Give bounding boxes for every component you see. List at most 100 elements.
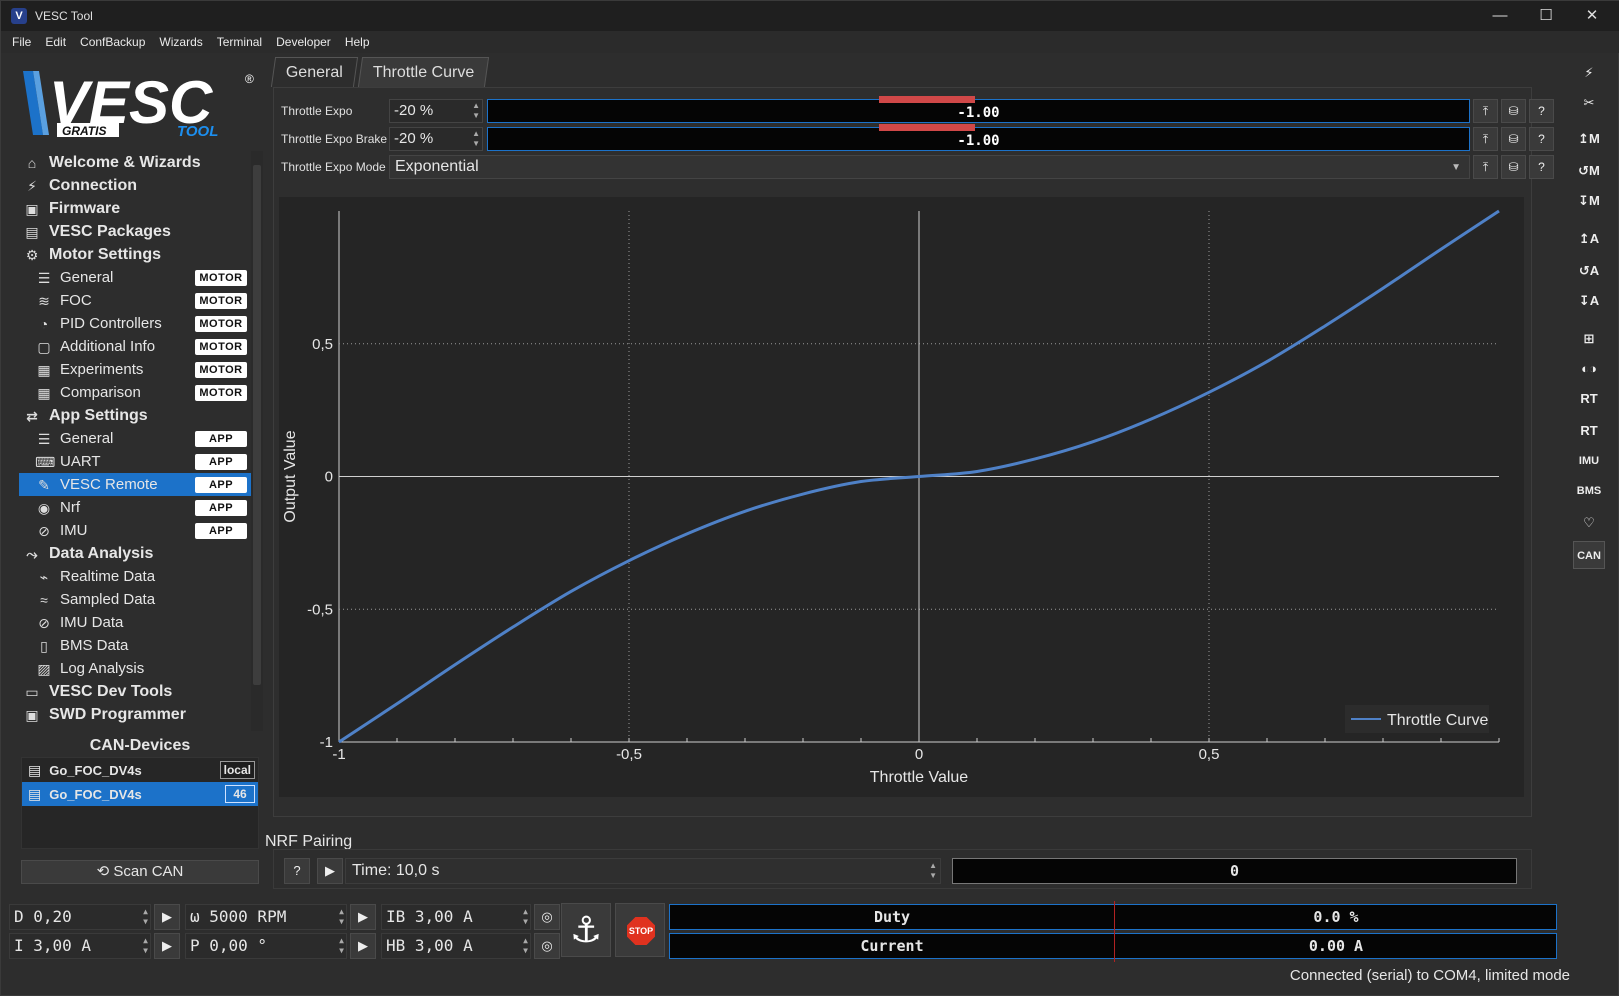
- read-config-button[interactable]: ⛁: [1501, 155, 1526, 179]
- nav-item[interactable]: ▢ Additional Info MOTOR: [19, 335, 251, 358]
- nav-item[interactable]: ◉ Nrf APP: [19, 496, 251, 519]
- imu-stream-icon[interactable]: IMU: [1573, 447, 1605, 475]
- anchor-icon[interactable]: ⚓: [561, 903, 611, 957]
- brake-current-spinbox[interactable]: IB 3,00 A ▲ ▼: [381, 904, 531, 930]
- sampled-icon: ≈: [40, 591, 48, 608]
- stop-button[interactable]: STOP: [615, 903, 665, 957]
- nav-item[interactable]: ▦ Comparison MOTOR: [19, 381, 251, 404]
- nav-item[interactable]: ⤳ Data Analysis: [19, 542, 251, 565]
- nav-item[interactable]: ▣ SWD Programmer: [19, 703, 251, 726]
- menu-help[interactable]: Help: [338, 35, 377, 49]
- write-app-config-icon[interactable]: ↧A: [1573, 287, 1605, 315]
- nav-item[interactable]: ⚙ Motor Settings: [19, 243, 251, 266]
- menu-wizards[interactable]: Wizards: [152, 35, 209, 49]
- set-duty-button[interactable]: ▶: [154, 904, 180, 930]
- throttle-expo-mode-select[interactable]: Exponential ▼: [389, 155, 1470, 179]
- read-default-motor-config-icon[interactable]: ↺M: [1573, 157, 1605, 185]
- read-config-button[interactable]: ⛁: [1501, 99, 1526, 123]
- menu-file[interactable]: File: [5, 35, 38, 49]
- nav-item[interactable]: ⊘ IMU APP: [19, 519, 251, 542]
- nav-item-tag: APP: [195, 431, 247, 447]
- nrf-help-button[interactable]: ?: [284, 858, 310, 884]
- imu-icon: ⊘: [38, 614, 50, 631]
- tab-general[interactable]: General: [270, 57, 359, 87]
- nav-item[interactable]: ≈ Sampled Data: [19, 588, 251, 611]
- gamepad-icon[interactable]: ◐◑: [1573, 355, 1605, 383]
- help-button[interactable]: ?: [1529, 99, 1554, 123]
- nav-item[interactable]: ▨ Log Analysis: [19, 657, 251, 680]
- foc-icon: ≋: [38, 292, 50, 309]
- can-icon[interactable]: CAN: [1573, 541, 1605, 569]
- throttle-expo-brake-spinbox[interactable]: -20 % ▲ ▼: [389, 127, 483, 151]
- nav-item-tag: MOTOR: [195, 385, 247, 401]
- motor-icon: ⚙: [25, 246, 39, 263]
- nav-item[interactable]: ▯ BMS Data: [19, 634, 251, 657]
- nav-item[interactable]: ▦ Experiments MOTOR: [19, 358, 251, 381]
- vesc-app-icon: V: [11, 8, 27, 24]
- nav-item[interactable]: ⌨ UART APP: [19, 450, 251, 473]
- duty-gauge-label: Duty: [873, 908, 911, 926]
- read-motor-config-icon[interactable]: ↥M: [1573, 125, 1605, 153]
- minimize-button[interactable]: —: [1477, 1, 1523, 31]
- set-current-button[interactable]: ▶: [154, 933, 180, 959]
- nav-item-label: Firmware: [49, 199, 121, 217]
- rt-data-icon[interactable]: RT: [1573, 385, 1605, 413]
- close-button[interactable]: ✕: [1569, 1, 1615, 31]
- nav-item[interactable]: ⊘ IMU Data: [19, 611, 251, 634]
- app-settings-icon: ⇄: [26, 407, 38, 424]
- nav-item[interactable]: ⇄ App Settings: [19, 404, 251, 427]
- handbrake-spinbox[interactable]: HB 3,00 A ▲ ▼: [381, 933, 531, 959]
- can-device-row[interactable]: ▤ Go_FOC_DV4s 46: [22, 782, 258, 806]
- nav-item-tag: APP: [195, 454, 247, 470]
- nav-item[interactable]: ▭ VESC Dev Tools: [19, 680, 251, 703]
- read-default-button[interactable]: ⤒: [1473, 155, 1498, 179]
- heartbeat-icon[interactable]: ♡: [1573, 509, 1605, 537]
- nav-item[interactable]: ▤ VESC Packages: [19, 220, 251, 243]
- read-default-app-config-icon[interactable]: ↺A: [1573, 257, 1605, 285]
- nrf-time-spinbox[interactable]: Time: 10,0 s ▲ ▼: [345, 858, 941, 884]
- set-rpm-button[interactable]: ▶: [350, 904, 376, 930]
- set-position-button[interactable]: ▶: [350, 933, 376, 959]
- connect-icon[interactable]: ⚡: [1573, 59, 1605, 87]
- nav-item[interactable]: ≋ FOC MOTOR: [19, 289, 251, 312]
- position-spinbox[interactable]: P 0,00 ° ▲ ▼: [185, 933, 347, 959]
- nav-item[interactable]: ⌁ Realtime Data: [19, 565, 251, 588]
- read-config-button[interactable]: ⛁: [1501, 127, 1526, 151]
- set-brake-button[interactable]: ◎: [534, 904, 560, 930]
- nav-item[interactable]: ⌂ Welcome & Wizards: [19, 151, 251, 174]
- nav-item[interactable]: ☰ General APP: [19, 427, 251, 450]
- nav-item[interactable]: ◔ PID Controllers MOTOR: [19, 312, 251, 335]
- nav-item[interactable]: ✎ VESC Remote APP: [19, 473, 251, 496]
- nav-item[interactable]: ▣ Firmware: [19, 197, 251, 220]
- set-handbrake-button[interactable]: ◎: [534, 933, 560, 959]
- menu-confbackup[interactable]: ConfBackup: [73, 35, 152, 49]
- nav-item-label: Nrf: [60, 499, 80, 516]
- menu-developer[interactable]: Developer: [269, 35, 338, 49]
- read-default-button[interactable]: ⤒: [1473, 99, 1498, 123]
- disconnect-icon[interactable]: ✂: [1573, 89, 1605, 117]
- rt-app-icon[interactable]: RT: [1573, 417, 1605, 445]
- nav-item[interactable]: ☰ General MOTOR: [19, 266, 251, 289]
- tab-throttle-curve[interactable]: Throttle Curve: [357, 57, 490, 87]
- rpm-spinbox[interactable]: ω 5000 RPM ▲ ▼: [185, 904, 347, 930]
- can-fwd-icon[interactable]: ⊞: [1573, 325, 1605, 353]
- nrf-start-button[interactable]: ▶: [317, 858, 343, 884]
- help-button[interactable]: ?: [1529, 127, 1554, 151]
- logo-tool: TOOL: [177, 123, 218, 140]
- bms-stream-icon[interactable]: BMS: [1573, 477, 1605, 505]
- read-app-config-icon[interactable]: ↥A: [1573, 225, 1605, 253]
- duty-spinbox[interactable]: D 0,20 ▲ ▼: [9, 904, 151, 930]
- throttle-expo-spinbox[interactable]: -20 % ▲ ▼: [389, 99, 483, 123]
- can-device-row[interactable]: ▤ Go_FOC_DV4s local: [22, 758, 258, 782]
- read-default-button[interactable]: ⤒: [1473, 127, 1498, 151]
- scan-can-button[interactable]: ⟲ Scan CAN: [21, 860, 259, 884]
- maximize-button[interactable]: ☐: [1523, 1, 1569, 31]
- write-motor-config-icon[interactable]: ↧M: [1573, 187, 1605, 215]
- navigation-scrollbar[interactable]: [251, 151, 263, 731]
- nav-item[interactable]: ⚡ Connection: [19, 174, 251, 197]
- logo-registered: ®: [245, 72, 254, 86]
- current-spinbox[interactable]: I 3,00 A ▲ ▼: [9, 933, 151, 959]
- help-button[interactable]: ?: [1529, 155, 1554, 179]
- menu-terminal[interactable]: Terminal: [210, 35, 269, 49]
- menu-edit[interactable]: Edit: [38, 35, 73, 49]
